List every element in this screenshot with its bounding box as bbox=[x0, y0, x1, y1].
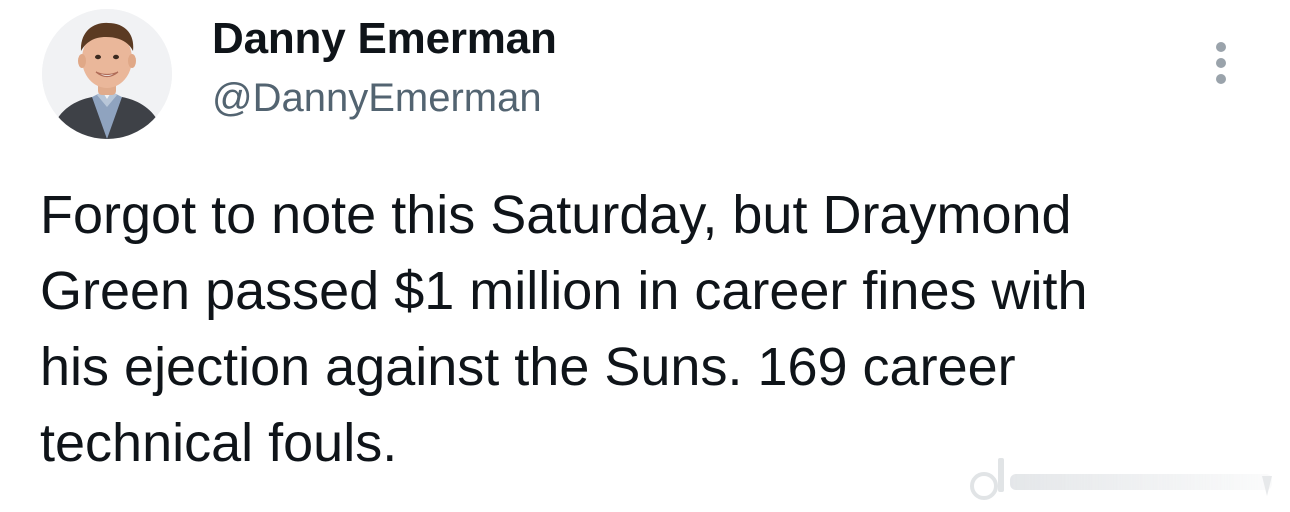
author-handle[interactable]: @DannyEmerman bbox=[212, 76, 542, 121]
more-options-button[interactable] bbox=[1196, 34, 1246, 90]
author-display-name[interactable]: Danny Emerman bbox=[212, 14, 557, 64]
tweet-text-line: his ejection against the Suns. 169 caree… bbox=[40, 337, 1016, 397]
author-avatar[interactable] bbox=[42, 9, 172, 139]
tweet-text: Forgot to note this Saturday, but Draymo… bbox=[40, 177, 1260, 481]
tweet-text-line: Green passed $1 million in career fines … bbox=[40, 261, 1088, 321]
tweet-card: Danny Emerman @DannyEmerman Forgot to no… bbox=[0, 0, 1290, 512]
platform-watermark-icon bbox=[964, 452, 1284, 502]
tweet-text-line: Forgot to note this Saturday, but Draymo… bbox=[40, 185, 1072, 245]
person-avatar-icon bbox=[42, 9, 172, 139]
